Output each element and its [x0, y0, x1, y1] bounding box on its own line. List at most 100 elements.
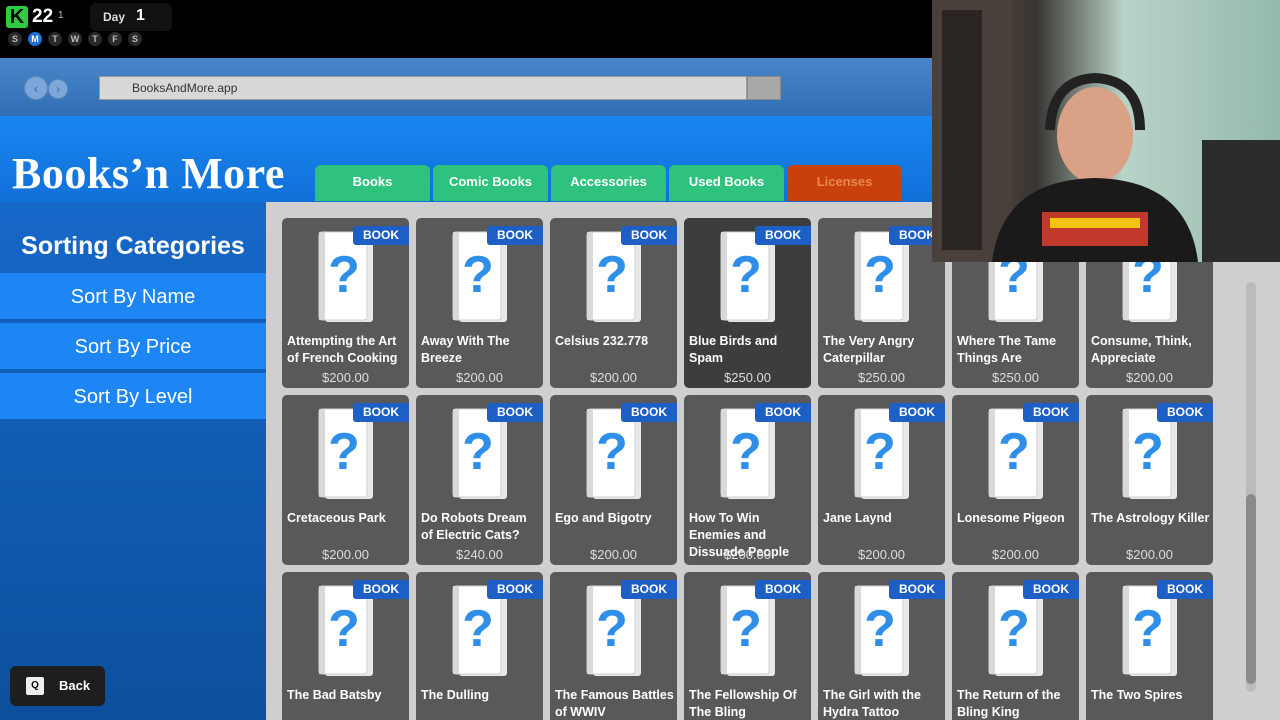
forward-arrow-icon[interactable]: ›: [48, 79, 68, 99]
product-card[interactable]: ? BOOK The Dulling: [416, 572, 543, 720]
product-price: $250.00: [858, 370, 905, 385]
player-level-sub: 1: [58, 10, 64, 21]
back-arrow-icon[interactable]: ‹: [24, 76, 48, 100]
player-level: 22: [32, 6, 54, 27]
svg-text:?: ?: [462, 600, 494, 658]
sort-by-name-button[interactable]: Sort By Name: [0, 273, 266, 321]
product-card[interactable]: ? BOOK The Fellowship Of The Bling: [684, 572, 811, 720]
product-card[interactable]: ? BOOK Blue Birds and Spam $250.00: [684, 218, 811, 388]
product-card[interactable]: ? BOOK The Two Spires: [1086, 572, 1213, 720]
product-card[interactable]: ? BOOK Cretaceous Park $200.00: [282, 395, 409, 565]
book-badge: BOOK: [755, 403, 811, 422]
book-badge: BOOK: [353, 226, 409, 245]
category-tabs: Books Comic Books Accessories Used Books…: [315, 165, 902, 201]
tab-comic-books[interactable]: Comic Books: [433, 165, 548, 201]
svg-text:?: ?: [328, 246, 360, 304]
weekday-indicator: SMTWTFS: [8, 32, 142, 46]
product-card[interactable]: ? BOOK The Bad Batsby: [282, 572, 409, 720]
tab-licenses[interactable]: Licenses: [787, 165, 902, 201]
product-title: The Return of the Bling King: [957, 688, 1061, 719]
product-card[interactable]: ? BOOK Jane Laynd $200.00: [818, 395, 945, 565]
product-title: Celsius 232.778: [555, 334, 649, 348]
product-title: The Dulling: [421, 688, 490, 702]
sort-by-price-button[interactable]: Sort By Price: [0, 323, 266, 371]
tab-books[interactable]: Books: [315, 165, 430, 201]
book-badge: BOOK: [1157, 403, 1213, 422]
product-price: $200.00: [322, 547, 369, 562]
product-card[interactable]: ? BOOK Celsius 232.778 $200.00: [550, 218, 677, 388]
product-title: Ego and Bigotry: [555, 511, 652, 525]
book-badge: BOOK: [621, 580, 677, 599]
back-button[interactable]: Q Back: [10, 666, 105, 706]
product-title: Lonesome Pigeon: [957, 511, 1065, 525]
product-card[interactable]: ? BOOK The Return of the Bling King: [952, 572, 1079, 720]
streamer-webcam-image: [932, 0, 1280, 262]
product-title: The Fellowship Of The Bling: [689, 688, 797, 719]
book-badge: BOOK: [353, 580, 409, 599]
weekday-1: M: [28, 32, 42, 46]
product-price: $200.00: [322, 370, 369, 385]
book-badge: BOOK: [755, 226, 811, 245]
scrollbar-thumb[interactable]: [1246, 494, 1256, 684]
product-card[interactable]: ? BOOK Do Robots Dream of Electric Cats? $…: [416, 395, 543, 565]
product-title: Consume, Think, Appreciate: [1091, 334, 1192, 365]
product-card[interactable]: ? BOOK The Astrology Killer $200.00: [1086, 395, 1213, 565]
url-bar[interactable]: BooksAndMore.app: [99, 76, 747, 100]
day-number: 1: [136, 7, 145, 24]
product-price: $240.00: [456, 547, 503, 562]
product-card[interactable]: ? BOOK Attempting the Art of French Cooki…: [282, 218, 409, 388]
product-card[interactable]: ? BOOK Ego and Bigotry $200.00: [550, 395, 677, 565]
k-logo-icon: K: [6, 6, 28, 28]
product-price: $200.00: [1126, 370, 1173, 385]
book-badge: BOOK: [487, 403, 543, 422]
product-price: $200.00: [456, 370, 503, 385]
product-title: Cretaceous Park: [287, 511, 386, 525]
svg-text:?: ?: [596, 423, 628, 481]
site-logo: Books’n More: [12, 149, 285, 198]
product-card[interactable]: ? BOOK The Famous Battles of WWIV: [550, 572, 677, 720]
book-badge: BOOK: [353, 403, 409, 422]
svg-text:?: ?: [596, 246, 628, 304]
product-card[interactable]: ? BOOK The Girl with the Hydra Tattoo: [818, 572, 945, 720]
svg-text:?: ?: [596, 600, 628, 658]
product-card[interactable]: ? BOOK The Very Angry Caterpillar $250.00: [818, 218, 945, 388]
product-price: $250.00: [992, 370, 1039, 385]
product-title: Blue Birds and Spam: [689, 334, 778, 365]
weekday-3: W: [68, 32, 82, 46]
product-price: $200.00: [992, 547, 1039, 562]
book-badge: BOOK: [1023, 403, 1079, 422]
svg-text:?: ?: [864, 246, 896, 304]
browser-toolbar: ‹ › BooksAndMore.app: [0, 58, 932, 116]
book-badge: BOOK: [621, 226, 677, 245]
product-title: The Astrology Killer: [1091, 511, 1210, 525]
svg-text:?: ?: [1132, 423, 1164, 481]
tab-accessories[interactable]: Accessories: [551, 165, 666, 201]
product-title: Do Robots Dream of Electric Cats?: [421, 511, 527, 542]
tab-used-books[interactable]: Used Books: [669, 165, 784, 201]
book-badge: BOOK: [889, 403, 945, 422]
url-go-button[interactable]: [747, 76, 781, 100]
day-label: Day: [103, 10, 126, 24]
svg-text:?: ?: [328, 423, 360, 481]
product-title: Jane Laynd: [823, 511, 892, 525]
product-price: $200.00: [858, 547, 905, 562]
product-title: The Very Angry Caterpillar: [823, 334, 915, 365]
svg-text:?: ?: [730, 246, 762, 304]
svg-text:?: ?: [730, 423, 762, 481]
weekday-6: S: [128, 32, 142, 46]
game-hud: K 22 1 Day 1 SMTWTFS: [0, 0, 932, 58]
product-card[interactable]: ? BOOK Away With The Breeze $200.00: [416, 218, 543, 388]
product-title: The Bad Batsby: [287, 688, 382, 702]
svg-text:?: ?: [998, 423, 1030, 481]
svg-text:?: ?: [730, 600, 762, 658]
book-badge: BOOK: [621, 403, 677, 422]
svg-text:?: ?: [462, 246, 494, 304]
product-price: $250.00: [724, 370, 771, 385]
weekday-2: T: [48, 32, 62, 46]
product-title: Where The Tame Things Are: [957, 334, 1057, 365]
product-card[interactable]: ? BOOK How To Win Enemies and Dissuade Pe…: [684, 395, 811, 565]
product-card[interactable]: ? BOOK Lonesome Pigeon $200.00: [952, 395, 1079, 565]
product-price: $200.00: [590, 547, 637, 562]
sort-by-level-button[interactable]: Sort By Level: [0, 373, 266, 421]
product-title: The Two Spires: [1091, 688, 1183, 702]
